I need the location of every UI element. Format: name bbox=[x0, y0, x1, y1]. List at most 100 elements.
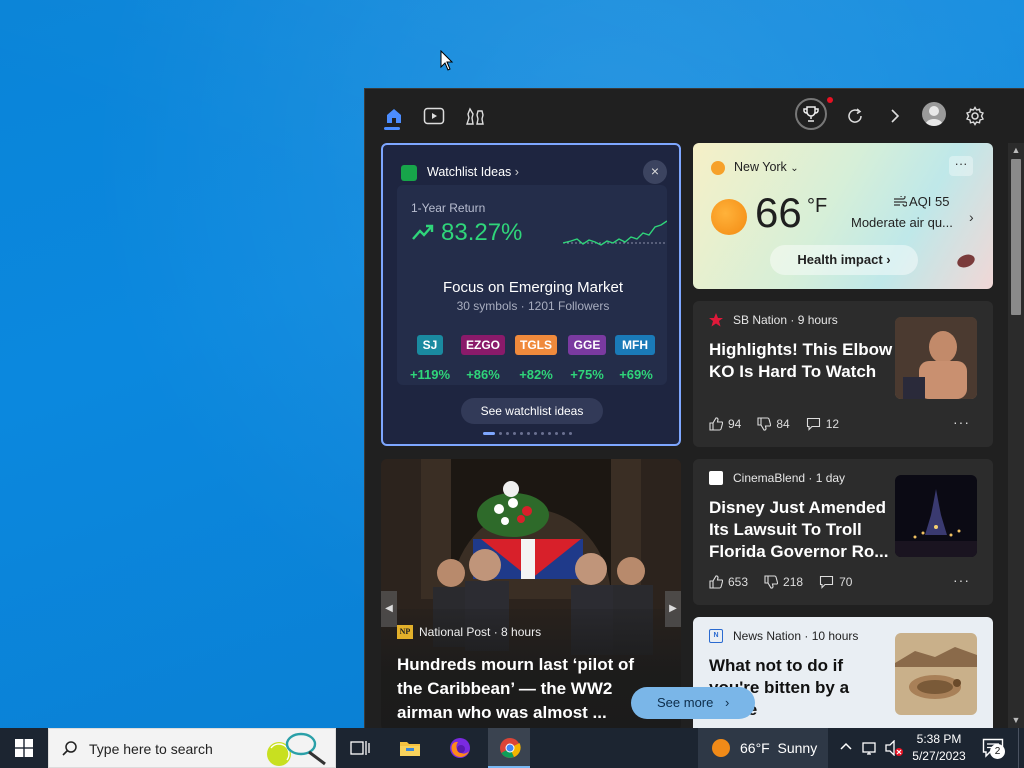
fighter-image bbox=[895, 317, 977, 399]
hero-prev-button[interactable]: ◀ bbox=[381, 591, 397, 627]
more-options-button[interactable]: ··· bbox=[953, 572, 970, 588]
carousel-dot[interactable] bbox=[520, 431, 523, 435]
network-button[interactable] bbox=[862, 740, 880, 759]
aqi-value: AQI 55 bbox=[909, 194, 950, 209]
scrollbar-thumb[interactable] bbox=[1011, 159, 1021, 315]
person-icon bbox=[925, 106, 943, 126]
dislike-button[interactable]: 218 bbox=[764, 575, 803, 589]
start-button[interactable] bbox=[0, 728, 48, 768]
like-button[interactable]: 653 bbox=[709, 575, 748, 589]
aqi-description: Moderate air qu... bbox=[851, 215, 953, 230]
hero-headline[interactable]: Hundreds mourn last ‘pilot of the Caribb… bbox=[397, 653, 657, 725]
taskbar-clock[interactable]: 5:38 PM 5/27/2023 bbox=[908, 731, 970, 765]
carousel-dot[interactable] bbox=[541, 431, 544, 435]
weather-card[interactable]: New York ⌄ ··· 66 °F AQI 55 Moderate air… bbox=[693, 143, 993, 289]
news-source: News Nation · 10 hours bbox=[733, 629, 859, 643]
watchlist-title[interactable]: Watchlist Ideas › bbox=[427, 165, 519, 179]
news-thumbnail[interactable] bbox=[895, 317, 977, 399]
refresh-icon bbox=[848, 108, 862, 123]
settings-button[interactable] bbox=[962, 103, 988, 129]
taskbar-weather-button[interactable]: 66°F Sunny bbox=[698, 728, 828, 768]
taskbar-search-box[interactable]: Type here to search bbox=[48, 728, 336, 768]
chevron-right-icon[interactable]: › bbox=[969, 209, 974, 225]
show-hidden-icons-button[interactable] bbox=[839, 740, 853, 757]
weather-small-sun-icon bbox=[711, 161, 725, 175]
news-headline[interactable]: Disney Just Amended Its Lawsuit To Troll… bbox=[709, 497, 894, 563]
temperature-unit: °F bbox=[807, 195, 828, 217]
volume-muted-icon bbox=[885, 739, 903, 757]
carousel-dot[interactable] bbox=[527, 431, 530, 435]
carousel-dot[interactable] bbox=[548, 431, 551, 435]
carousel-dots[interactable] bbox=[483, 431, 572, 435]
focus-title: Focus on Emerging Market bbox=[442, 279, 624, 296]
ticker-badge[interactable]: TGLS bbox=[515, 335, 557, 355]
thumbs-up-icon bbox=[709, 417, 723, 431]
health-impact-button[interactable]: Health impact › bbox=[770, 245, 918, 275]
weather-city[interactable]: New York ⌄ bbox=[734, 160, 799, 174]
task-view-icon bbox=[350, 741, 370, 755]
more-options-button[interactable]: ··· bbox=[949, 156, 973, 176]
video-tab[interactable] bbox=[421, 103, 447, 129]
carousel-dot[interactable] bbox=[513, 431, 516, 435]
watchlist-card[interactable]: Watchlist Ideas › × 1-Year Return 83.27%… bbox=[381, 143, 681, 446]
see-more-button[interactable]: See more › bbox=[631, 687, 755, 719]
ticker-badge[interactable]: EZGO bbox=[461, 335, 505, 355]
carousel-dot[interactable] bbox=[555, 431, 558, 435]
ticker-change: +69% bbox=[619, 367, 653, 382]
comments-button[interactable]: 70 bbox=[819, 575, 852, 589]
news-thumbnail[interactable] bbox=[895, 633, 977, 715]
ticker-badge[interactable]: SJ bbox=[417, 335, 443, 355]
comments-button[interactable]: 12 bbox=[806, 417, 839, 431]
rewards-button[interactable] bbox=[795, 98, 827, 130]
carousel-dot[interactable] bbox=[569, 431, 572, 435]
mouse-cursor-icon bbox=[440, 50, 454, 71]
focus-subtitle: 30 symbols · 1201 Followers bbox=[456, 299, 610, 313]
scroll-down-arrow[interactable]: ▼ bbox=[1008, 713, 1024, 727]
carousel-dot[interactable] bbox=[499, 431, 502, 435]
hero-next-button[interactable]: ▶ bbox=[665, 591, 681, 627]
ticker-badge[interactable]: MFH bbox=[615, 335, 655, 355]
home-tab[interactable] bbox=[381, 103, 407, 129]
news-thumbnail[interactable] bbox=[895, 475, 977, 557]
sbnation-star-icon bbox=[709, 313, 723, 327]
hero-news-card[interactable]: ◀ ▶ NP National Post · 8 hours Hundreds … bbox=[381, 459, 681, 728]
chrome-icon bbox=[500, 738, 521, 758]
rewards-notification-dot bbox=[827, 97, 833, 103]
carousel-dot[interactable] bbox=[534, 431, 537, 435]
clock-time: 5:38 PM bbox=[916, 732, 962, 746]
file-explorer-button[interactable] bbox=[386, 728, 434, 768]
folder-icon bbox=[400, 742, 420, 756]
scroll-up-arrow[interactable]: ▲ bbox=[1008, 143, 1024, 157]
next-button[interactable] bbox=[882, 103, 908, 129]
search-icon bbox=[62, 741, 77, 756]
watchlist-logo-icon bbox=[401, 165, 417, 181]
chess-icon bbox=[466, 107, 484, 125]
comment-icon bbox=[806, 417, 820, 431]
account-avatar[interactable] bbox=[922, 102, 946, 126]
refresh-button[interactable] bbox=[842, 103, 868, 129]
show-desktop-button[interactable] bbox=[1018, 728, 1024, 768]
firefox-button[interactable] bbox=[436, 728, 484, 768]
more-options-button[interactable]: ··· bbox=[953, 414, 970, 430]
like-button[interactable]: 94 bbox=[709, 417, 741, 431]
trend-up-icon bbox=[412, 224, 434, 240]
return-value: 83.27% bbox=[441, 219, 523, 246]
chrome-button[interactable] bbox=[486, 728, 534, 768]
tennis-racket-icon bbox=[267, 732, 326, 766]
windows-logo-icon bbox=[15, 739, 33, 757]
see-watchlist-button[interactable]: See watchlist ideas bbox=[461, 398, 603, 424]
news-card[interactable]: CinemaBlend · 1 day Disney Just Amended … bbox=[693, 459, 993, 605]
news-headline[interactable]: Highlights! This Elbow KO Is Hard To Wat… bbox=[709, 339, 894, 383]
close-button[interactable]: × bbox=[643, 160, 667, 184]
task-view-button[interactable] bbox=[336, 728, 384, 768]
games-tab[interactable] bbox=[462, 103, 488, 129]
home-icon bbox=[387, 109, 401, 123]
volume-button[interactable] bbox=[884, 739, 904, 759]
snake-desert-image bbox=[895, 633, 977, 715]
carousel-dot[interactable] bbox=[562, 431, 565, 435]
carousel-dot[interactable] bbox=[506, 431, 509, 435]
carousel-dot-active[interactable] bbox=[483, 431, 495, 435]
news-card[interactable]: SB Nation · 9 hours Highlights! This Elb… bbox=[693, 301, 993, 447]
dislike-button[interactable]: 84 bbox=[757, 417, 790, 431]
ticker-badge[interactable]: GGE bbox=[568, 335, 606, 355]
